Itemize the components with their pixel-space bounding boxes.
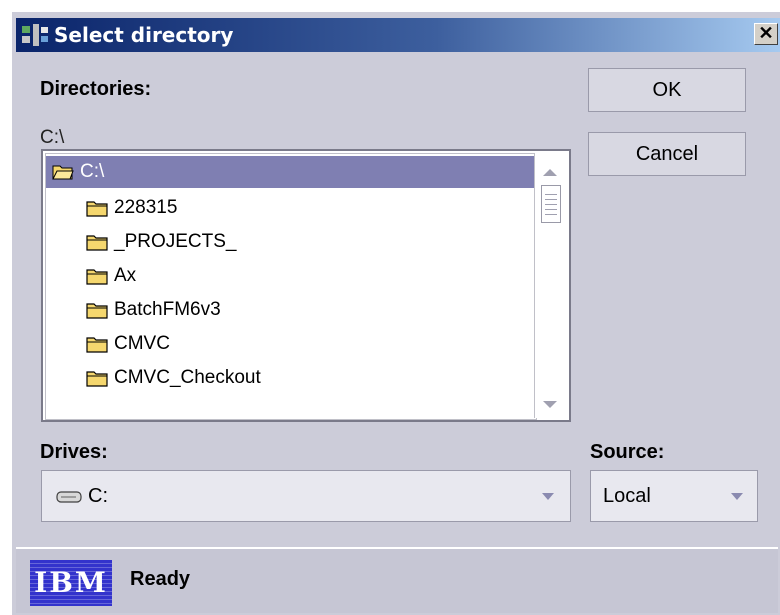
grip-line — [545, 204, 557, 205]
grip-line — [545, 209, 557, 210]
scroll-down-icon[interactable] — [543, 401, 557, 408]
list-item-label: _PROJECTS_ — [114, 231, 237, 252]
close-icon: ✕ — [758, 23, 774, 43]
source-select[interactable]: Local — [590, 470, 758, 522]
drive-icon — [56, 491, 82, 503]
list-item[interactable]: CMVC_Checkout — [86, 362, 261, 394]
grip-line — [545, 194, 557, 195]
list-item-label: C:\ — [80, 161, 105, 182]
ibm-logo: IBM — [30, 560, 112, 606]
list-item-root[interactable]: C:\ — [46, 156, 534, 188]
folder-icon — [86, 234, 108, 251]
window-title: Select directory — [54, 23, 234, 47]
status-bar: IBM Ready — [16, 547, 778, 613]
close-button[interactable]: ✕ — [754, 23, 778, 45]
list-item[interactable]: CMVC — [86, 328, 170, 360]
app-icon — [22, 24, 48, 46]
title-bar[interactable]: Select directory ✕ — [16, 18, 780, 52]
grip-line — [545, 199, 557, 200]
list-item-label: CMVC_Checkout — [114, 367, 261, 388]
list-item-label: 228315 — [114, 197, 178, 218]
list-item-label: CMVC — [114, 333, 170, 354]
directory-list[interactable]: C:\ 228315 _PROJECTS_ Ax BatchFM6v3 CMVC… — [41, 149, 571, 422]
source-selected-value: Local — [603, 485, 651, 507]
drives-label: Drives: — [40, 441, 108, 463]
grip-line — [545, 214, 557, 215]
status-text: Ready — [130, 568, 191, 590]
chevron-down-icon — [542, 493, 554, 500]
open-folder-icon — [52, 165, 74, 179]
list-item-label: Ax — [114, 265, 137, 286]
list-item[interactable]: 228315 — [86, 192, 177, 224]
drives-selected-value: C: — [88, 485, 108, 507]
source-label: Source: — [590, 441, 665, 463]
list-item-label: BatchFM6v3 — [114, 299, 221, 320]
folder-icon — [86, 302, 108, 319]
vertical-scrollbar[interactable] — [534, 153, 567, 418]
cancel-button[interactable]: Cancel — [588, 132, 746, 176]
ok-button[interactable]: OK — [588, 68, 746, 112]
chevron-down-icon — [731, 493, 743, 500]
folder-icon — [86, 336, 108, 353]
folder-icon — [86, 370, 108, 387]
drives-select[interactable]: C: — [41, 470, 571, 522]
directory-list-viewport: C:\ 228315 _PROJECTS_ Ax BatchFM6v3 CMVC… — [45, 153, 537, 420]
folder-icon — [86, 200, 108, 217]
directories-label: Directories: — [40, 78, 152, 100]
select-directory-dialog: Select directory ✕ Directories: C:\ C:\ … — [10, 10, 780, 615]
current-path: C:\ — [40, 127, 65, 148]
list-item[interactable]: BatchFM6v3 — [86, 294, 221, 326]
list-item[interactable]: _PROJECTS_ — [86, 226, 236, 258]
scroll-thumb[interactable] — [541, 185, 561, 223]
list-item[interactable]: Ax — [86, 260, 136, 292]
folder-icon — [86, 268, 108, 285]
scroll-up-icon[interactable] — [543, 169, 557, 176]
